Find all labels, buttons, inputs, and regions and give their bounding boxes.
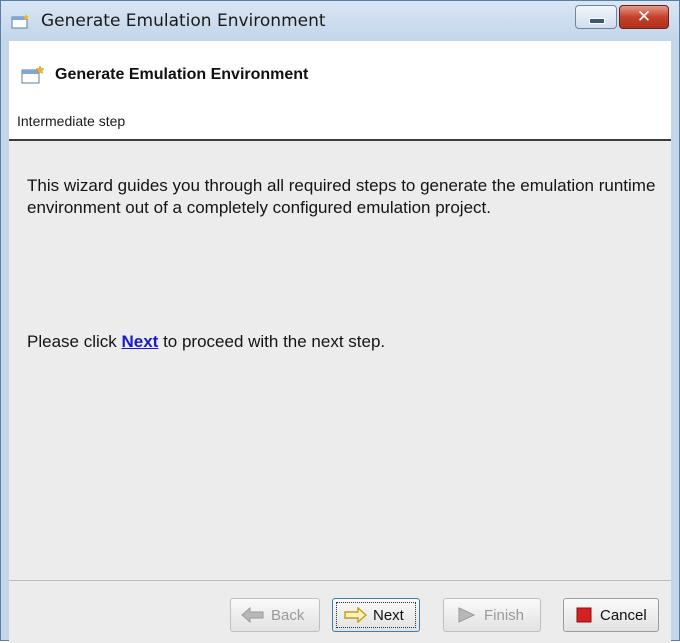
wizard-step-subtitle: Intermediate step (17, 113, 126, 129)
cancel-button-label: Cancel (600, 607, 647, 624)
wizard-button-bar: Back Next Finish Cancel (9, 580, 671, 643)
stop-icon (576, 607, 592, 623)
arrow-right-icon (344, 607, 367, 623)
wizard-icon (21, 65, 45, 84)
finish-button-label: Finish (484, 607, 525, 624)
minimize-icon (589, 18, 605, 24)
minimize-button[interactable] (575, 5, 617, 29)
wizard-window: Generate Emulation Environment ✕ Generat… (0, 0, 680, 643)
instruction-suffix: to proceed with the next step. (158, 332, 386, 351)
next-button-label: Next (373, 607, 404, 624)
wizard-client-area: Generate Emulation Environment Intermedi… (9, 41, 671, 643)
wizard-description: This wizard guides you through all requi… (27, 176, 656, 217)
arrow-left-icon (241, 607, 264, 623)
back-button-label: Back (271, 607, 305, 624)
close-icon: ✕ (636, 7, 652, 27)
play-icon (458, 607, 476, 623)
back-button[interactable]: Back (230, 598, 320, 632)
wizard-header: Generate Emulation Environment Intermedi… (9, 41, 671, 141)
close-button[interactable]: ✕ (619, 5, 669, 29)
title-bar[interactable]: Generate Emulation Environment ✕ (1, 1, 679, 41)
window-title: Generate Emulation Environment (41, 11, 326, 31)
wizard-title: Generate Emulation Environment (55, 66, 309, 83)
window-controls: ✕ (575, 5, 671, 29)
wizard-icon (11, 14, 29, 29)
instruction-prefix: Please click (27, 332, 122, 351)
wizard-instruction: Please click Next to proceed with the ne… (27, 332, 385, 352)
next-link[interactable]: Next (121, 332, 158, 351)
finish-button[interactable]: Finish (443, 598, 541, 632)
cancel-button[interactable]: Cancel (563, 598, 659, 632)
next-button[interactable]: Next (332, 598, 420, 632)
